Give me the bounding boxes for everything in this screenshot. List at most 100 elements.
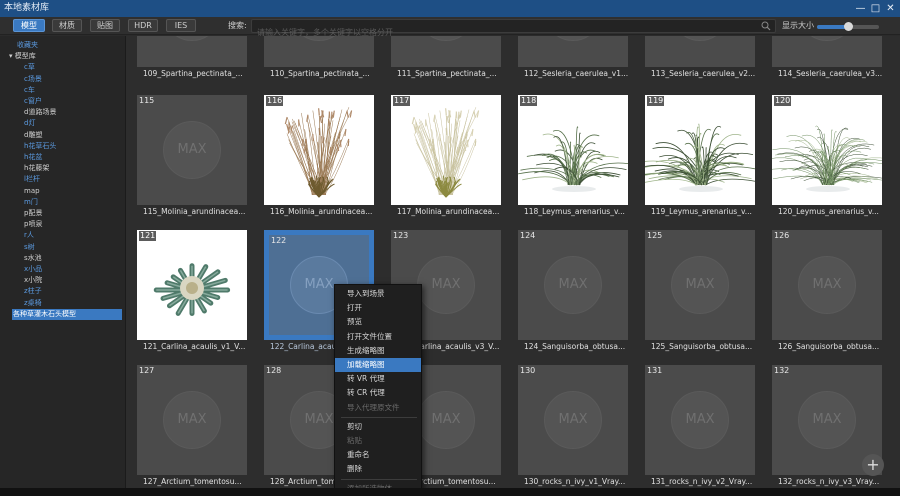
asset-thumbnail[interactable]: MAX 126 xyxy=(772,230,882,340)
asset-thumbnail[interactable]: 119 xyxy=(645,95,755,205)
asset-thumbnail[interactable]: MAX xyxy=(391,36,501,67)
tab-hdr[interactable]: HDR xyxy=(128,19,158,32)
asset-card[interactable]: 120 120_Leymus_arenarius_v... xyxy=(761,95,882,219)
sidebar-item[interactable]: x小院 xyxy=(0,275,126,286)
asset-thumbnail[interactable]: MAX xyxy=(137,36,247,67)
asset-card[interactable]: 118 118_Leymus_arenarius_v... xyxy=(507,95,628,219)
search-box[interactable] xyxy=(251,19,776,39)
context-menu-item[interactable]: 生成缩略图 xyxy=(335,344,421,358)
sidebar-item[interactable]: s树 xyxy=(0,242,126,253)
title-bar[interactable]: 本地素材库 — □ ✕ xyxy=(0,0,900,17)
asset-card[interactable]: MAX 126 126_Sanguisorba_obtusa... xyxy=(761,230,882,354)
asset-card[interactable]: MAX 125 125_Sanguisorba_obtusa... xyxy=(634,230,755,354)
sidebar-item[interactable]: m门 xyxy=(0,197,126,208)
asset-card[interactable]: MAX 114_Sesleria_caerulea_v3... xyxy=(761,36,882,81)
asset-thumbnail[interactable]: 121 xyxy=(137,230,247,340)
search-icon[interactable] xyxy=(761,21,771,31)
asset-card[interactable]: MAX 115 115_Molinia_arundinacea... xyxy=(126,95,247,219)
sidebar-item[interactable]: d雕塑 xyxy=(0,130,126,141)
sidebar-item[interactable]: c窗户 xyxy=(0,96,126,107)
asset-card[interactable]: MAX 132 132_rocks_n_ivy_v3_Vray... xyxy=(761,365,882,488)
plant-thumbnail-icon xyxy=(772,125,882,192)
sidebar-item[interactable]: 收藏夹 xyxy=(0,40,126,51)
asset-card[interactable]: MAX 124 124_Sanguisorba_obtusa... xyxy=(507,230,628,354)
sidebar-item[interactable]: c车 xyxy=(0,85,126,96)
asset-card[interactable]: MAX 131 131_rocks_n_ivy_v2_Vray... xyxy=(634,365,755,488)
sidebar-item[interactable]: c草 xyxy=(0,62,126,73)
asset-thumbnail[interactable]: MAX xyxy=(772,36,882,67)
plant-thumbnail-icon xyxy=(153,263,231,316)
asset-thumbnail[interactable]: MAX xyxy=(264,36,374,67)
context-menu-item[interactable]: 导入到场景 xyxy=(335,287,421,301)
context-menu-item[interactable]: 打开文件位置 xyxy=(335,330,421,344)
context-menu-item[interactable]: 剪切 xyxy=(335,420,421,434)
sidebar-item[interactable]: r人 xyxy=(0,230,126,241)
asset-thumbnail[interactable]: 116 xyxy=(264,95,374,205)
asset-thumbnail[interactable]: 120 xyxy=(772,95,882,205)
sidebar-item[interactable]: s水池 xyxy=(0,253,126,264)
sidebar-item[interactable]: x小品 xyxy=(0,264,126,275)
asset-label: 131_rocks_n_ivy_v2_Vray... xyxy=(651,477,753,486)
asset-label: 110_Spartina_pectinata_... xyxy=(270,69,370,78)
context-menu-item[interactable]: 转 VR 代理 xyxy=(335,372,421,386)
asset-thumbnail[interactable]: MAX 125 xyxy=(645,230,755,340)
asset-thumbnail[interactable]: 117 xyxy=(391,95,501,205)
asset-thumbnail[interactable]: MAX 131 xyxy=(645,365,755,475)
sidebar-item[interactable]: c场景 xyxy=(0,74,126,85)
asset-card[interactable]: 121 121_Carlina_acaulis_v1_V... xyxy=(126,230,247,354)
asset-thumbnail[interactable]: MAX 127 xyxy=(137,365,247,475)
asset-card[interactable]: 117 117_Molinia_arundinacea... xyxy=(380,95,501,219)
sidebar-item[interactable]: d灯 xyxy=(0,118,126,129)
sidebar-item[interactable]: ▾ 模型库 xyxy=(0,51,126,62)
display-size-slider[interactable] xyxy=(817,22,879,31)
tab-material[interactable]: 材质 xyxy=(52,19,82,32)
context-menu-item[interactable]: 重命名 xyxy=(335,448,421,462)
asset-card[interactable]: MAX 109_Spartina_pectinata_... xyxy=(126,36,247,81)
tab-ies[interactable]: IES xyxy=(166,19,196,32)
asset-card[interactable]: MAX 111_Spartina_pectinata_... xyxy=(380,36,501,81)
max-file-icon: MAX xyxy=(671,256,729,314)
context-menu-item[interactable]: 加载缩略图 xyxy=(335,358,421,372)
minimize-button[interactable]: — xyxy=(853,0,868,17)
tab-model[interactable]: 模型 xyxy=(13,19,45,32)
sidebar-item[interactable]: l栏杆 xyxy=(0,174,126,185)
context-menu-item[interactable]: 转 CR 代理 xyxy=(335,386,421,400)
asset-card[interactable]: 116 116_Molinia_arundinacea... xyxy=(253,95,374,219)
asset-thumbnail[interactable]: MAX 115 xyxy=(137,95,247,205)
asset-index: 127 xyxy=(139,366,155,375)
sidebar-item[interactable]: h花草石头 xyxy=(0,141,126,152)
slider-handle[interactable] xyxy=(844,22,853,31)
sidebar-item[interactable]: 各种草灌木石头模型 xyxy=(12,308,122,320)
asset-thumbnail[interactable]: MAX xyxy=(645,36,755,67)
sidebar-item[interactable]: map xyxy=(0,186,126,197)
asset-thumbnail[interactable]: MAX xyxy=(518,36,628,67)
asset-label: 130_rocks_n_ivy_v1_Vray... xyxy=(524,477,626,486)
tab-texture[interactable]: 贴图 xyxy=(90,19,120,32)
toolbar: 模型 材质 贴图 HDR IES 搜索: 显示大小 xyxy=(0,17,900,39)
asset-thumbnail[interactable]: MAX 130 xyxy=(518,365,628,475)
sidebar-item[interactable]: d道路场景 xyxy=(0,107,126,118)
context-menu-item[interactable]: 删除 xyxy=(335,462,421,476)
asset-card[interactable]: MAX 110_Spartina_pectinata_... xyxy=(253,36,374,81)
maximize-button[interactable]: □ xyxy=(868,0,883,17)
search-label: 搜索: xyxy=(228,21,247,30)
add-asset-button[interactable]: + xyxy=(862,454,884,476)
asset-thumbnail[interactable]: MAX 124 xyxy=(518,230,628,340)
sidebar-item[interactable]: z柱子 xyxy=(0,286,126,297)
asset-label: 118_Leymus_arenarius_v... xyxy=(524,207,625,216)
sidebar-item[interactable]: h花藤架 xyxy=(0,163,126,174)
asset-card[interactable]: MAX 130 130_rocks_n_ivy_v1_Vray... xyxy=(507,365,628,488)
close-button[interactable]: ✕ xyxy=(883,0,898,17)
plant-thumbnail-icon xyxy=(518,126,628,192)
asset-card[interactable]: MAX 113_Sesleria_caerulea_v2... xyxy=(634,36,755,81)
context-menu-item[interactable]: 预览 xyxy=(335,315,421,329)
sidebar-item[interactable]: p喷泉 xyxy=(0,219,126,230)
sidebar-item[interactable]: h花盆 xyxy=(0,152,126,163)
asset-thumbnail[interactable]: 118 xyxy=(518,95,628,205)
asset-card[interactable]: 119 119_Leymus_arenarius_v... xyxy=(634,95,755,219)
sidebar-item[interactable]: z桌椅 xyxy=(0,298,126,309)
asset-card[interactable]: MAX 127 127_Arctium_tomentosu... xyxy=(126,365,247,488)
asset-card[interactable]: MAX 112_Sesleria_caerulea_v1... xyxy=(507,36,628,81)
sidebar-item[interactable]: p配景 xyxy=(0,208,126,219)
context-menu-item[interactable]: 打开 xyxy=(335,301,421,315)
